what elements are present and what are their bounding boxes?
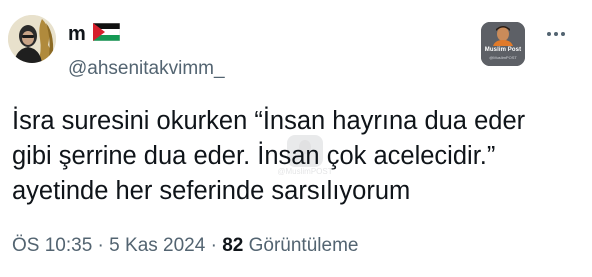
more-options-icon[interactable]: [541, 24, 571, 44]
palestine-flag-icon: [92, 22, 121, 46]
tweet-line: İsra suresini okurken “İnsan hayrına dua…: [12, 107, 526, 135]
avatar[interactable]: [8, 15, 56, 63]
name-row: m: [68, 22, 121, 46]
display-name[interactable]: m: [68, 22, 86, 46]
brand-logo-title: Muslim Post: [484, 47, 522, 53]
tweet-line: gibi şerrine dua eder. İnsan çok aceleci…: [12, 142, 496, 170]
views-label: Görüntüleme: [248, 235, 359, 256]
brand-logo: Muslim Post @MuslimPOST: [481, 22, 525, 66]
tweet-time[interactable]: ÖS 10:35: [12, 235, 92, 256]
tweet-meta: ÖS 10:35 · 5 Kas 2024 · 82 Görüntüleme: [12, 234, 358, 258]
brand-logo-subtitle: @MuslimPOST: [489, 55, 517, 60]
meta-separator: ·: [205, 235, 223, 256]
tweet-line: ayetinde her seferinde sarsılıyorum: [12, 177, 411, 205]
user-handle[interactable]: @ahsenitakvimm_: [68, 57, 225, 81]
tweet-text: İsra suresini okurken “İnsan hayrına dua…: [12, 104, 582, 209]
views-count[interactable]: 82: [222, 235, 243, 256]
tweet-date[interactable]: 5 Kas 2024: [109, 235, 205, 256]
tweet-card: m @ahsenitakvimm_ Muslim Post @MuslimPOS…: [0, 0, 592, 277]
meta-separator: ·: [92, 235, 110, 256]
